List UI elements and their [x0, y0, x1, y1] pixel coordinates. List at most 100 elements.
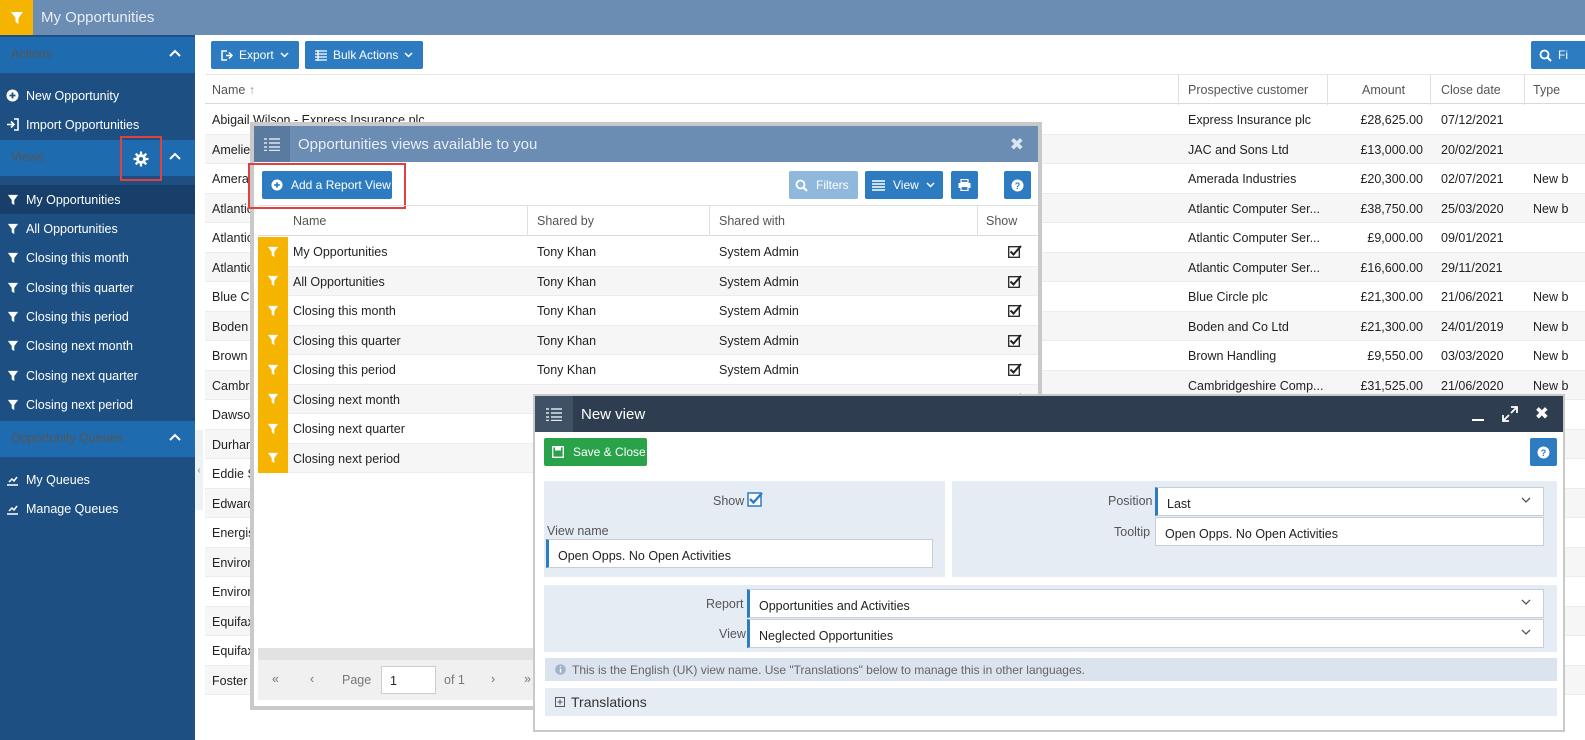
- chevron-up-icon[interactable]: [169, 433, 181, 441]
- language-note-text: This is the English (UK) view name. Use …: [572, 662, 1085, 677]
- sidebar-item-all-opportunities[interactable]: All Opportunities: [0, 214, 195, 243]
- new-view-title: New view: [581, 406, 646, 423]
- grid-cell-customer: Cambridgeshire Comp...: [1188, 378, 1324, 393]
- column-header-customer[interactable]: Prospective customer: [1188, 83, 1308, 97]
- page-title: My Opportunities: [41, 9, 155, 26]
- sidebar-item-label: Closing this month: [26, 250, 129, 265]
- tooltip-label: Tooltip: [1114, 525, 1151, 539]
- horizontal-scrollbar[interactable]: [258, 648, 552, 660]
- add-report-view-highlight: [248, 163, 406, 209]
- views-section-header[interactable]: Views: [0, 140, 195, 176]
- chevron-down-icon: [1521, 599, 1531, 605]
- list-item[interactable]: Closing this quarter Tony Khan System Admi…: [258, 325, 1038, 355]
- show-checkbox[interactable]: [1008, 274, 1022, 288]
- new-view-dialog-header[interactable]: New view ✖: [535, 396, 1563, 432]
- bulk-actions-button[interactable]: Bulk Actions: [305, 41, 424, 69]
- grid-cell-type: New b: [1533, 172, 1569, 186]
- filter-icon: [258, 414, 288, 444]
- close-icon[interactable]: ✖: [1010, 135, 1024, 155]
- import-opportunities-link[interactable]: Import Opportunities: [0, 110, 195, 139]
- grid-cell-customer: Blue Circle plc: [1188, 290, 1268, 304]
- show-checkbox[interactable]: [1008, 245, 1022, 258]
- sidebar-item-closing-this-quarter[interactable]: Closing this quarter: [0, 273, 195, 302]
- sidebar-item-closing-next-month[interactable]: Closing next month: [0, 331, 195, 360]
- sidebar-item-my-opportunities[interactable]: My Opportunities: [0, 185, 195, 214]
- list-item[interactable]: All Opportunities Tony Khan System Admin: [258, 266, 1038, 296]
- chevron-up-icon[interactable]: [169, 49, 181, 57]
- print-button[interactable]: [951, 171, 978, 199]
- sidebar-item-closing-this-period[interactable]: Closing this period: [0, 302, 195, 331]
- column-header-amount[interactable]: Amount: [1362, 83, 1405, 97]
- export-icon: [221, 49, 233, 61]
- prev-page-icon[interactable]: ‹: [310, 672, 314, 686]
- first-page-icon[interactable]: «: [272, 672, 279, 686]
- list-item[interactable]: My Opportunities Tony Khan System Admin: [258, 237, 1038, 267]
- filter-icon[interactable]: [0, 0, 33, 35]
- view-name-input[interactable]: Open Opps. No Open Activities: [546, 539, 933, 568]
- import-icon: [6, 118, 19, 131]
- grid-icon: [315, 49, 327, 61]
- column-header-type[interactable]: Type: [1533, 83, 1560, 97]
- column-header-close-date[interactable]: Close date: [1441, 83, 1501, 97]
- column-header-shared-with[interactable]: Shared with: [719, 214, 785, 228]
- chevron-up-icon[interactable]: [169, 152, 181, 160]
- column-header-shared-by[interactable]: Shared by: [537, 214, 594, 228]
- sidebar-item-manage-queues[interactable]: Manage Queues: [0, 494, 195, 523]
- close-icon[interactable]: ✖: [1535, 404, 1549, 424]
- view-row-name: Closing this period: [293, 363, 396, 377]
- new-opportunity-link[interactable]: New Opportunity: [0, 81, 195, 110]
- report-select[interactable]: Opportunities and Activities: [747, 589, 1544, 618]
- next-page-icon[interactable]: ›: [491, 672, 495, 686]
- list-item[interactable]: Closing this period Tony Khan System Admin: [258, 355, 1038, 385]
- minimize-icon[interactable]: [1471, 409, 1485, 421]
- sidebar-item-closing-this-month[interactable]: Closing this month: [0, 243, 195, 272]
- sidebar-item-closing-next-quarter[interactable]: Closing next quarter: [0, 361, 195, 390]
- show-checkbox[interactable]: [1008, 363, 1022, 376]
- sidebar-item-my-queues[interactable]: My Queues: [0, 465, 195, 494]
- sidebar-item-closing-next-period[interactable]: Closing next period: [0, 390, 195, 419]
- filters-button[interactable]: Filters: [789, 171, 858, 199]
- gear-icon[interactable]: [133, 151, 149, 167]
- position-select[interactable]: Last: [1155, 487, 1544, 516]
- save-close-button[interactable]: Save & Close: [544, 438, 647, 466]
- view-row-shared-with: System Admin: [719, 333, 799, 348]
- grid-cell-name: Energis: [212, 526, 255, 540]
- show-checkbox[interactable]: [1008, 333, 1022, 347]
- queues-section-header[interactable]: Opportunity Queues: [0, 421, 195, 457]
- actions-section-header[interactable]: Actions: [0, 37, 195, 73]
- views-dialog-header[interactable]: Opportunities views available to you ✖: [254, 126, 1038, 162]
- maximize-icon[interactable]: [1502, 406, 1518, 422]
- filters-label: Filters: [816, 178, 849, 192]
- last-page-icon[interactable]: »: [524, 672, 531, 686]
- view-row-name: Closing next month: [293, 392, 401, 407]
- help-button[interactable]: ?: [1004, 171, 1031, 199]
- grid-cell-close-date: 03/03/2020: [1441, 349, 1504, 363]
- view-button[interactable]: View: [865, 171, 943, 199]
- column-header-name[interactable]: Name: [293, 214, 326, 228]
- translations-section[interactable]: Translations: [545, 688, 1557, 716]
- chevron-down-icon: [280, 52, 289, 58]
- column-header-show[interactable]: Show: [986, 214, 1017, 228]
- help-button[interactable]: ?: [1530, 438, 1557, 466]
- show-checkbox[interactable]: [1008, 304, 1022, 317]
- find-button[interactable]: Fi: [1531, 41, 1585, 69]
- list-item[interactable]: Closing this month Tony Khan System Admin: [258, 296, 1038, 326]
- views-settings-highlight[interactable]: [120, 136, 162, 181]
- view-select[interactable]: Neglected Opportunities: [747, 619, 1544, 648]
- sidebar-item-label: My Queues: [26, 472, 90, 487]
- sidebar-collapse-handle[interactable]: ‹: [195, 430, 203, 510]
- page-number-input[interactable]: 1: [381, 666, 436, 694]
- svg-text:?: ?: [1541, 448, 1547, 458]
- view-row-shared-by: Tony Khan: [537, 333, 597, 348]
- filter-icon: [6, 193, 19, 206]
- view-row-shared-by: Tony Khan: [537, 245, 597, 259]
- export-button[interactable]: Export: [211, 41, 299, 69]
- tooltip-input[interactable]: Open Opps. No Open Activities: [1155, 517, 1544, 546]
- column-header-name[interactable]: Name ↑: [212, 83, 255, 97]
- view-row-name: Closing next quarter: [293, 422, 405, 436]
- chevron-down-icon: [926, 182, 935, 188]
- filter-icon: [258, 296, 288, 326]
- list-icon: [872, 179, 885, 191]
- show-checkbox[interactable]: [747, 491, 764, 508]
- grid-cell-name: Equifax: [212, 614, 254, 629]
